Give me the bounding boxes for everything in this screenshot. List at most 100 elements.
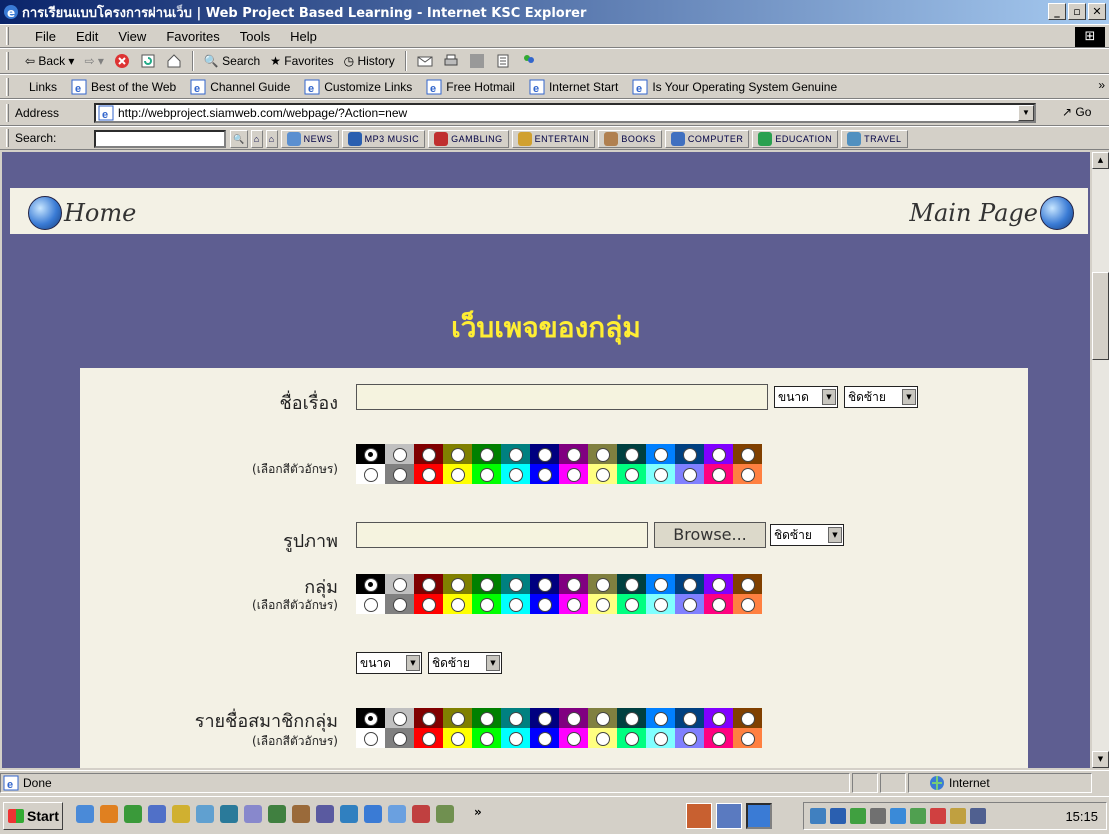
color-swatch-radio[interactable]	[675, 594, 704, 614]
color-swatch-radio[interactable]	[443, 728, 472, 748]
home-small-icon[interactable]: ⌂	[250, 130, 263, 148]
tray-icon[interactable]	[930, 808, 946, 824]
color-swatch-radio[interactable]	[501, 574, 530, 594]
color-swatch-radio[interactable]	[443, 574, 472, 594]
color-swatch-radio[interactable]	[588, 574, 617, 594]
search-mp3-button[interactable]: MP3 MUSIC	[341, 130, 426, 148]
color-swatch-radio[interactable]	[530, 464, 559, 484]
color-swatch-radio[interactable]	[501, 594, 530, 614]
color-swatch-radio[interactable]	[733, 574, 762, 594]
app-icon[interactable]	[76, 805, 94, 823]
app-icon[interactable]	[244, 805, 262, 823]
search-input[interactable]	[94, 130, 226, 148]
color-swatch-radio[interactable]	[646, 708, 675, 728]
color-swatch-radio[interactable]	[472, 444, 501, 464]
color-swatch-radio[interactable]	[646, 594, 675, 614]
task-app-icon[interactable]	[716, 803, 742, 829]
menu-tools[interactable]: Tools	[240, 29, 270, 44]
search-news-button[interactable]: NEWS	[280, 130, 339, 148]
main-page-link[interactable]: Main Page	[909, 196, 1074, 230]
color-swatch-radio[interactable]	[472, 708, 501, 728]
app-icon[interactable]	[388, 805, 406, 823]
color-swatch-radio[interactable]	[617, 594, 646, 614]
color-swatch-radio[interactable]	[675, 464, 704, 484]
color-swatch-radio[interactable]	[472, 574, 501, 594]
menu-file[interactable]: File	[35, 29, 56, 44]
color-swatch-radio[interactable]	[646, 574, 675, 594]
color-swatch-radio[interactable]	[501, 464, 530, 484]
color-swatch-radio[interactable]	[617, 464, 646, 484]
tray-icon[interactable]	[810, 808, 826, 824]
color-swatch-radio[interactable]	[559, 444, 588, 464]
link-best-of-web[interactable]: e Best of the Web	[71, 79, 176, 95]
color-swatch-radio[interactable]	[704, 444, 733, 464]
color-swatch-radio[interactable]	[501, 444, 530, 464]
color-swatch-radio[interactable]	[501, 728, 530, 748]
go-button[interactable]: ↗ Go	[1062, 105, 1091, 119]
color-swatch-radio[interactable]	[733, 444, 762, 464]
app-icon[interactable]	[268, 805, 286, 823]
color-swatch-radio[interactable]	[356, 574, 385, 594]
minimize-button[interactable]: _	[1048, 3, 1066, 20]
refresh-icon[interactable]	[140, 53, 156, 69]
image-align-select[interactable]: ชิดซ้าย ▼	[770, 524, 844, 546]
address-dropdown-button[interactable]: ▼	[1018, 105, 1034, 121]
color-swatch-radio[interactable]	[588, 594, 617, 614]
color-swatch-radio[interactable]	[675, 444, 704, 464]
search-gambling-button[interactable]: GAMBLING	[428, 130, 509, 148]
back-button[interactable]: ⇦ Back ▾	[25, 54, 74, 68]
app-icon[interactable]	[412, 805, 430, 823]
home-icon[interactable]	[166, 53, 182, 69]
subject-size-select[interactable]: ขนาด ▼	[774, 386, 838, 408]
color-swatch-radio[interactable]	[704, 574, 733, 594]
link-customize-links[interactable]: e Customize Links	[304, 79, 412, 95]
color-swatch-radio[interactable]	[385, 444, 414, 464]
menu-view[interactable]: View	[118, 29, 146, 44]
color-swatch-radio[interactable]	[675, 574, 704, 594]
maximize-button[interactable]: ▫	[1068, 3, 1086, 20]
color-swatch-radio[interactable]	[617, 444, 646, 464]
color-swatch-radio[interactable]	[414, 594, 443, 614]
subject-color-palette[interactable]	[356, 444, 762, 484]
app-icon[interactable]	[124, 805, 142, 823]
scroll-thumb[interactable]	[1092, 272, 1109, 360]
color-swatch-radio[interactable]	[617, 728, 646, 748]
color-swatch-radio[interactable]	[385, 574, 414, 594]
app-icon[interactable]	[316, 805, 334, 823]
group-size-select[interactable]: ขนาด ▼	[356, 652, 422, 674]
color-swatch-radio[interactable]	[443, 708, 472, 728]
app-icon[interactable]	[220, 805, 238, 823]
favorites-button[interactable]: ★ Favorites	[270, 54, 333, 68]
color-swatch-radio[interactable]	[356, 728, 385, 748]
color-swatch-radio[interactable]	[733, 594, 762, 614]
media-player-icon[interactable]	[100, 805, 118, 823]
quick-launch-more-button[interactable]: »	[474, 805, 482, 823]
tray-icon[interactable]	[850, 808, 866, 824]
color-swatch-radio[interactable]	[617, 574, 646, 594]
link-free-hotmail[interactable]: e Free Hotmail	[426, 79, 515, 95]
color-swatch-radio[interactable]	[414, 574, 443, 594]
print-icon[interactable]	[443, 53, 459, 69]
color-swatch-radio[interactable]	[443, 464, 472, 484]
color-swatch-radio[interactable]	[530, 594, 559, 614]
history-button[interactable]: ◷ History	[344, 54, 395, 68]
search-entertain-button[interactable]: ENTERTAIN	[511, 130, 596, 148]
color-swatch-radio[interactable]	[385, 728, 414, 748]
color-swatch-radio[interactable]	[356, 464, 385, 484]
search-education-button[interactable]: EDUCATION	[752, 130, 839, 148]
color-swatch-radio[interactable]	[385, 594, 414, 614]
links-more-button[interactable]: »	[1098, 78, 1105, 92]
color-swatch-radio[interactable]	[414, 708, 443, 728]
color-swatch-radio[interactable]	[588, 444, 617, 464]
link-os-genuine[interactable]: e Is Your Operating System Genuine	[632, 79, 837, 95]
ie-icon[interactable]	[364, 805, 382, 823]
tray-icon[interactable]	[910, 808, 926, 824]
color-swatch-radio[interactable]	[385, 708, 414, 728]
app-icon[interactable]	[148, 805, 166, 823]
color-swatch-radio[interactable]	[588, 464, 617, 484]
color-swatch-radio[interactable]	[704, 594, 733, 614]
messenger-icon[interactable]	[521, 53, 537, 69]
color-swatch-radio[interactable]	[443, 444, 472, 464]
color-swatch-radio[interactable]	[530, 728, 559, 748]
address-input[interactable]: e http://webproject.siamweb.com/webpage/…	[94, 103, 1036, 123]
